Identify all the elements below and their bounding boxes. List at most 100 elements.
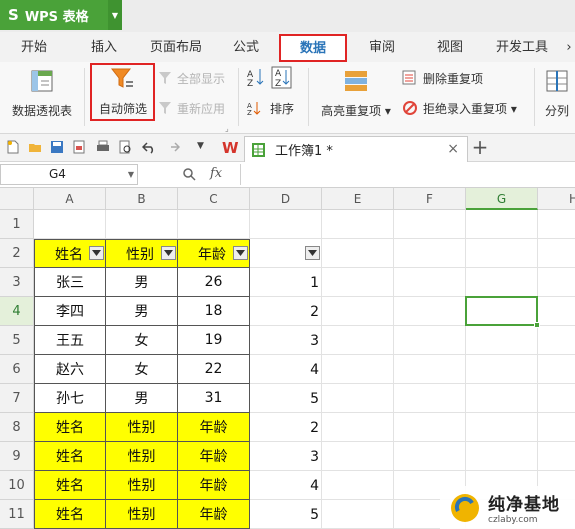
redo-icon[interactable] [166, 140, 180, 154]
highlight-duplicates-button[interactable]: 高亮重复项 ▾ [316, 68, 396, 119]
pivot-table-button[interactable]: 数据透视表 [6, 68, 78, 119]
row-header-1[interactable]: 1 [0, 210, 34, 239]
tab-review[interactable]: 审阅 [360, 36, 404, 60]
row-header-2[interactable]: 2 [0, 239, 34, 268]
column-header-d[interactable]: D [250, 188, 322, 210]
text-to-columns-button[interactable]: 分列 [540, 68, 574, 119]
table-cell[interactable]: 年龄 [178, 413, 250, 442]
table-cell[interactable]: 性别 [106, 500, 178, 529]
sort-ascending-button[interactable]: A Z [246, 66, 266, 90]
table-cell[interactable]: 张三 [34, 268, 106, 297]
reapply-button[interactable]: 重新应用 [158, 98, 225, 118]
new-tab-button[interactable]: + [470, 136, 490, 160]
show-all-button[interactable]: 全部显示 [158, 68, 225, 88]
row-header-10[interactable]: 10 [0, 471, 34, 500]
number-cell[interactable]: 5 [250, 500, 322, 529]
table-cell[interactable]: 姓名 [34, 442, 106, 471]
table-cell[interactable]: 19 [178, 326, 250, 355]
row-header-6[interactable]: 6 [0, 355, 34, 384]
number-cell[interactable]: 1 [250, 268, 322, 297]
table-cell[interactable]: 31 [178, 384, 250, 413]
row-header-11[interactable]: 11 [0, 500, 34, 529]
table-cell[interactable]: 女 [106, 355, 178, 384]
table-cell[interactable]: 性别 [106, 413, 178, 442]
header-cell-age[interactable]: 年龄 [178, 239, 250, 268]
print-preview-icon[interactable] [118, 140, 132, 154]
table-cell[interactable]: 姓名 [34, 471, 106, 500]
customize-toolbar-dropdown[interactable]: ▼ [197, 141, 204, 151]
app-dropdown-icon[interactable]: ▼ [108, 0, 122, 30]
table-cell[interactable]: 男 [106, 384, 178, 413]
number-cell[interactable]: 3 [250, 326, 322, 355]
fill-handle[interactable] [534, 322, 540, 328]
table-cell[interactable]: 姓名 [34, 413, 106, 442]
table-cell[interactable]: 性别 [106, 442, 178, 471]
row-header-8[interactable]: 8 [0, 413, 34, 442]
column-header-g[interactable]: G [466, 188, 538, 210]
document-tab[interactable]: 工作簿1 * × [244, 136, 468, 162]
print-icon[interactable] [96, 140, 110, 154]
row-header-3[interactable]: 3 [0, 268, 34, 297]
table-cell[interactable]: 男 [106, 268, 178, 297]
filter-dropdown-icon[interactable] [305, 246, 320, 260]
name-box-dropdown-icon[interactable]: ▼ [128, 165, 134, 184]
close-tab-icon[interactable]: × [447, 141, 459, 157]
export-pdf-icon[interactable] [72, 140, 86, 154]
app-menu-button[interactable]: S WPS 表格 [0, 0, 108, 30]
table-cell[interactable]: 男 [106, 297, 178, 326]
undo-icon[interactable] [142, 140, 156, 154]
table-cell[interactable]: 姓名 [34, 500, 106, 529]
table-cell[interactable]: 年龄 [178, 442, 250, 471]
row-header-9[interactable]: 9 [0, 442, 34, 471]
table-cell[interactable]: 李四 [34, 297, 106, 326]
column-header-h[interactable]: H [538, 188, 575, 210]
row-header-4[interactable]: 4 [0, 297, 34, 326]
table-cell[interactable]: 赵六 [34, 355, 106, 384]
tab-data[interactable]: 数据 [279, 34, 347, 62]
number-cell[interactable]: 5 [250, 384, 322, 413]
table-cell[interactable]: 年龄 [178, 471, 250, 500]
open-folder-icon[interactable] [28, 140, 42, 154]
filter-dropdown-icon[interactable] [161, 246, 176, 260]
number-cell[interactable]: 2 [250, 413, 322, 442]
tab-insert[interactable]: 插入 [80, 36, 128, 60]
number-cell[interactable]: 2 [250, 297, 322, 326]
zoom-search-icon[interactable] [182, 167, 196, 181]
sort-button[interactable]: A Z 排序 [246, 98, 294, 118]
table-cell[interactable]: 26 [178, 268, 250, 297]
wps-w-logo-icon[interactable]: W [222, 139, 240, 155]
insert-function-button[interactable]: fx [210, 166, 222, 181]
reject-duplicates-button[interactable]: 拒绝录入重复项 ▾ [402, 98, 517, 118]
tab-more[interactable]: › [562, 36, 575, 60]
sort-descending-button[interactable]: A Z [271, 66, 293, 90]
table-cell[interactable]: 性别 [106, 471, 178, 500]
formula-input[interactable] [240, 164, 575, 185]
number-cell[interactable]: 3 [250, 442, 322, 471]
column-header-a[interactable]: A [34, 188, 106, 210]
row-header-7[interactable]: 7 [0, 384, 34, 413]
group-expand-icon[interactable]: ⌟ [225, 124, 229, 133]
active-cell-selection[interactable] [465, 296, 540, 328]
select-all-corner[interactable] [0, 188, 34, 210]
table-cell[interactable]: 18 [178, 297, 250, 326]
tab-developer[interactable]: 开发工具 [488, 36, 556, 60]
filter-dropdown-icon[interactable] [233, 246, 248, 260]
table-cell[interactable]: 女 [106, 326, 178, 355]
remove-duplicates-button[interactable]: 删除重复项 [402, 68, 483, 88]
header-cell-gender[interactable]: 性别 [106, 239, 178, 268]
column-header-f[interactable]: F [394, 188, 466, 210]
tab-formula[interactable]: 公式 [222, 36, 270, 60]
table-cell[interactable]: 孙七 [34, 384, 106, 413]
row-header-5[interactable]: 5 [0, 326, 34, 355]
column-header-c[interactable]: C [178, 188, 250, 210]
save-icon[interactable] [50, 140, 64, 154]
table-cell[interactable]: 年龄 [178, 500, 250, 529]
column-header-b[interactable]: B [106, 188, 178, 210]
column-header-e[interactable]: E [322, 188, 394, 210]
table-cell[interactable]: 王五 [34, 326, 106, 355]
number-cell[interactable]: 4 [250, 471, 322, 500]
tab-home[interactable]: 开始 [12, 36, 56, 60]
table-cell[interactable]: 22 [178, 355, 250, 384]
filter-dropdown-icon[interactable] [89, 246, 104, 260]
number-cell[interactable]: 4 [250, 355, 322, 384]
